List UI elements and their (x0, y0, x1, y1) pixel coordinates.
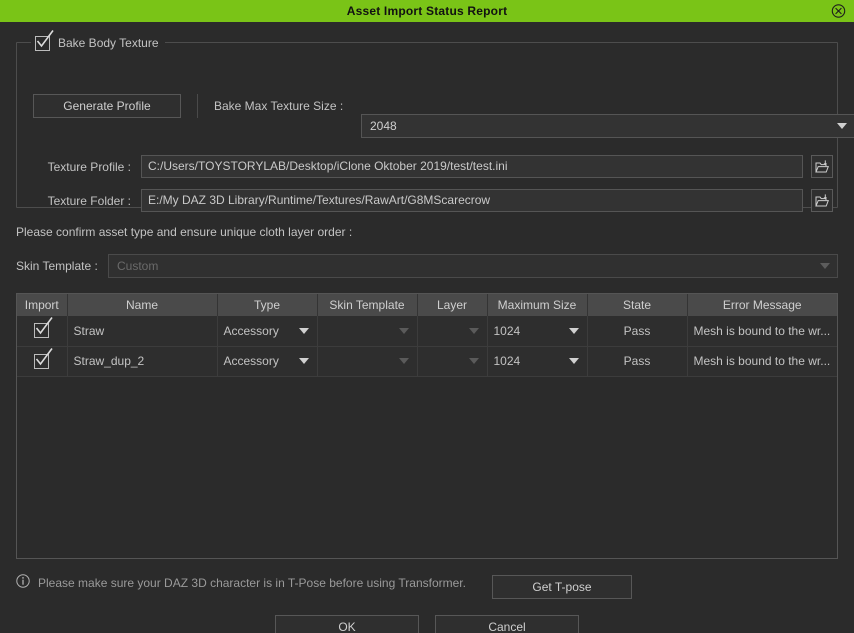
row-layer-select[interactable] (424, 347, 481, 375)
checkbox-box (35, 29, 54, 51)
row-type-value: Accessory (223, 323, 279, 338)
row-maximum-size-cell: 1024 (487, 346, 588, 377)
skin-template-label: Skin Template : (16, 259, 98, 273)
skin-template-value: Custom (117, 259, 159, 273)
texture-profile-row: Texture Profile : C:/Users/TOYSTORYLAB/D… (33, 155, 833, 178)
row-import-cell (17, 316, 68, 347)
table-row[interactable]: Straw Accessory 1024 Pass Mesh is bound … (17, 316, 837, 347)
texture-profile-input[interactable]: C:/Users/TOYSTORYLAB/Desktop/iClone Okto… (141, 155, 803, 178)
generate-profile-row: Generate Profile Bake Max Texture Size : (33, 94, 343, 118)
row-type-cell: Accessory (217, 316, 318, 347)
column-header-state[interactable]: State (587, 294, 688, 316)
row-maximum-size-value: 1024 (493, 323, 521, 338)
table-row[interactable]: Straw_dup_2 Accessory 1024 Pass Mesh is … (17, 346, 837, 377)
folder-open-import-icon (815, 193, 829, 206)
row-type-cell: Accessory (217, 346, 318, 377)
row-name-cell: Straw (67, 316, 218, 347)
row-skin-template-select[interactable] (324, 347, 411, 375)
ok-button[interactable]: OK (275, 615, 419, 633)
column-header-error-message[interactable]: Error Message (687, 294, 837, 316)
texture-folder-browse-button[interactable] (811, 189, 833, 212)
row-skin-template-select[interactable] (324, 317, 411, 345)
chevron-down-icon (468, 327, 479, 334)
bake-max-texture-size-value: 2048 (370, 119, 397, 133)
column-header-layer[interactable]: Layer (417, 294, 488, 316)
texture-folder-row: Texture Folder : E:/My DAZ 3D Library/Ru… (33, 189, 833, 212)
bake-body-texture-label: Bake Body Texture (58, 36, 159, 50)
row-layer-select[interactable] (424, 317, 481, 345)
chevron-down-icon (837, 123, 847, 129)
skin-template-row: Skin Template : Custom (16, 254, 838, 278)
chevron-down-icon (568, 327, 579, 334)
row-import-cell (17, 346, 68, 377)
row-maximum-size-cell: 1024 (487, 316, 588, 347)
row-state-cell: Pass (587, 316, 688, 347)
asset-table: Import Name Type Skin Template Layer Max… (16, 293, 838, 559)
chevron-down-icon (298, 327, 309, 334)
row-name-cell: Straw_dup_2 (67, 346, 218, 377)
toolbar-separator (197, 94, 198, 118)
chevron-down-icon (398, 327, 409, 334)
close-icon[interactable] (831, 4, 846, 19)
row-type-value: Accessory (223, 354, 279, 368)
bake-body-texture-checkbox[interactable]: Bake Body Texture (31, 29, 165, 52)
chevron-down-icon (298, 358, 309, 364)
row-layer-cell (417, 316, 488, 347)
row-skin-template-cell (317, 346, 418, 377)
texture-folder-input[interactable]: E:/My DAZ 3D Library/Runtime/Textures/Ra… (141, 189, 803, 212)
chevron-down-icon (398, 358, 409, 364)
table-header-row: Import Name Type Skin Template Layer Max… (17, 294, 837, 316)
row-layer-cell (417, 346, 488, 377)
window-title: Asset Import Status Report (346, 4, 508, 18)
get-tpose-button[interactable]: Get T-pose (492, 575, 632, 599)
column-header-skin-template[interactable]: Skin Template (317, 294, 418, 316)
bake-max-texture-size-label: Bake Max Texture Size : (214, 99, 344, 113)
row-type-select[interactable]: Accessory (224, 347, 311, 375)
row-import-checkbox[interactable] (34, 347, 53, 369)
column-header-maximum-size[interactable]: Maximum Size (487, 294, 588, 316)
bake-max-texture-size-select[interactable]: 2048 (361, 114, 854, 138)
cancel-button[interactable]: Cancel (435, 615, 579, 633)
row-state-cell: Pass (587, 346, 688, 377)
texture-profile-browse-button[interactable] (811, 155, 833, 178)
column-header-type[interactable]: Type (217, 294, 318, 316)
bake-body-texture-group: Bake Body Texture Generate Profile Bake … (16, 29, 854, 212)
texture-profile-label: Texture Profile : (47, 159, 131, 174)
row-error-message-cell: Mesh is bound to the wr... (687, 316, 837, 347)
row-maximum-size-value: 1024 (493, 354, 521, 368)
row-maximum-size-select[interactable]: 1024 (494, 347, 581, 375)
row-error-message-cell: Mesh is bound to the wr... (687, 346, 837, 377)
row-skin-template-cell (317, 316, 418, 347)
chevron-down-icon (568, 358, 579, 364)
chevron-down-icon (468, 358, 479, 364)
folder-open-import-icon (815, 159, 829, 172)
info-circle-icon (16, 574, 30, 591)
row-maximum-size-select[interactable]: 1024 (494, 317, 581, 345)
skin-template-select[interactable]: Custom (108, 254, 838, 278)
chevron-down-icon (820, 263, 830, 269)
dialog-body: Bake Body Texture Generate Profile Bake … (0, 22, 854, 633)
column-header-name[interactable]: Name (67, 294, 218, 316)
row-type-select[interactable]: Accessory (224, 317, 311, 345)
title-bar: Asset Import Status Report (0, 0, 854, 22)
footer-note: Please make sure your DAZ 3D character i… (16, 574, 466, 591)
row-import-checkbox[interactable] (34, 317, 53, 339)
texture-folder-label: Texture Folder : (47, 193, 131, 208)
column-header-import[interactable]: Import (17, 294, 68, 316)
generate-profile-button[interactable]: Generate Profile (33, 94, 181, 118)
confirm-instruction-text: Please confirm asset type and ensure uni… (16, 225, 353, 239)
footer-note-text: Please make sure your DAZ 3D character i… (38, 575, 466, 590)
